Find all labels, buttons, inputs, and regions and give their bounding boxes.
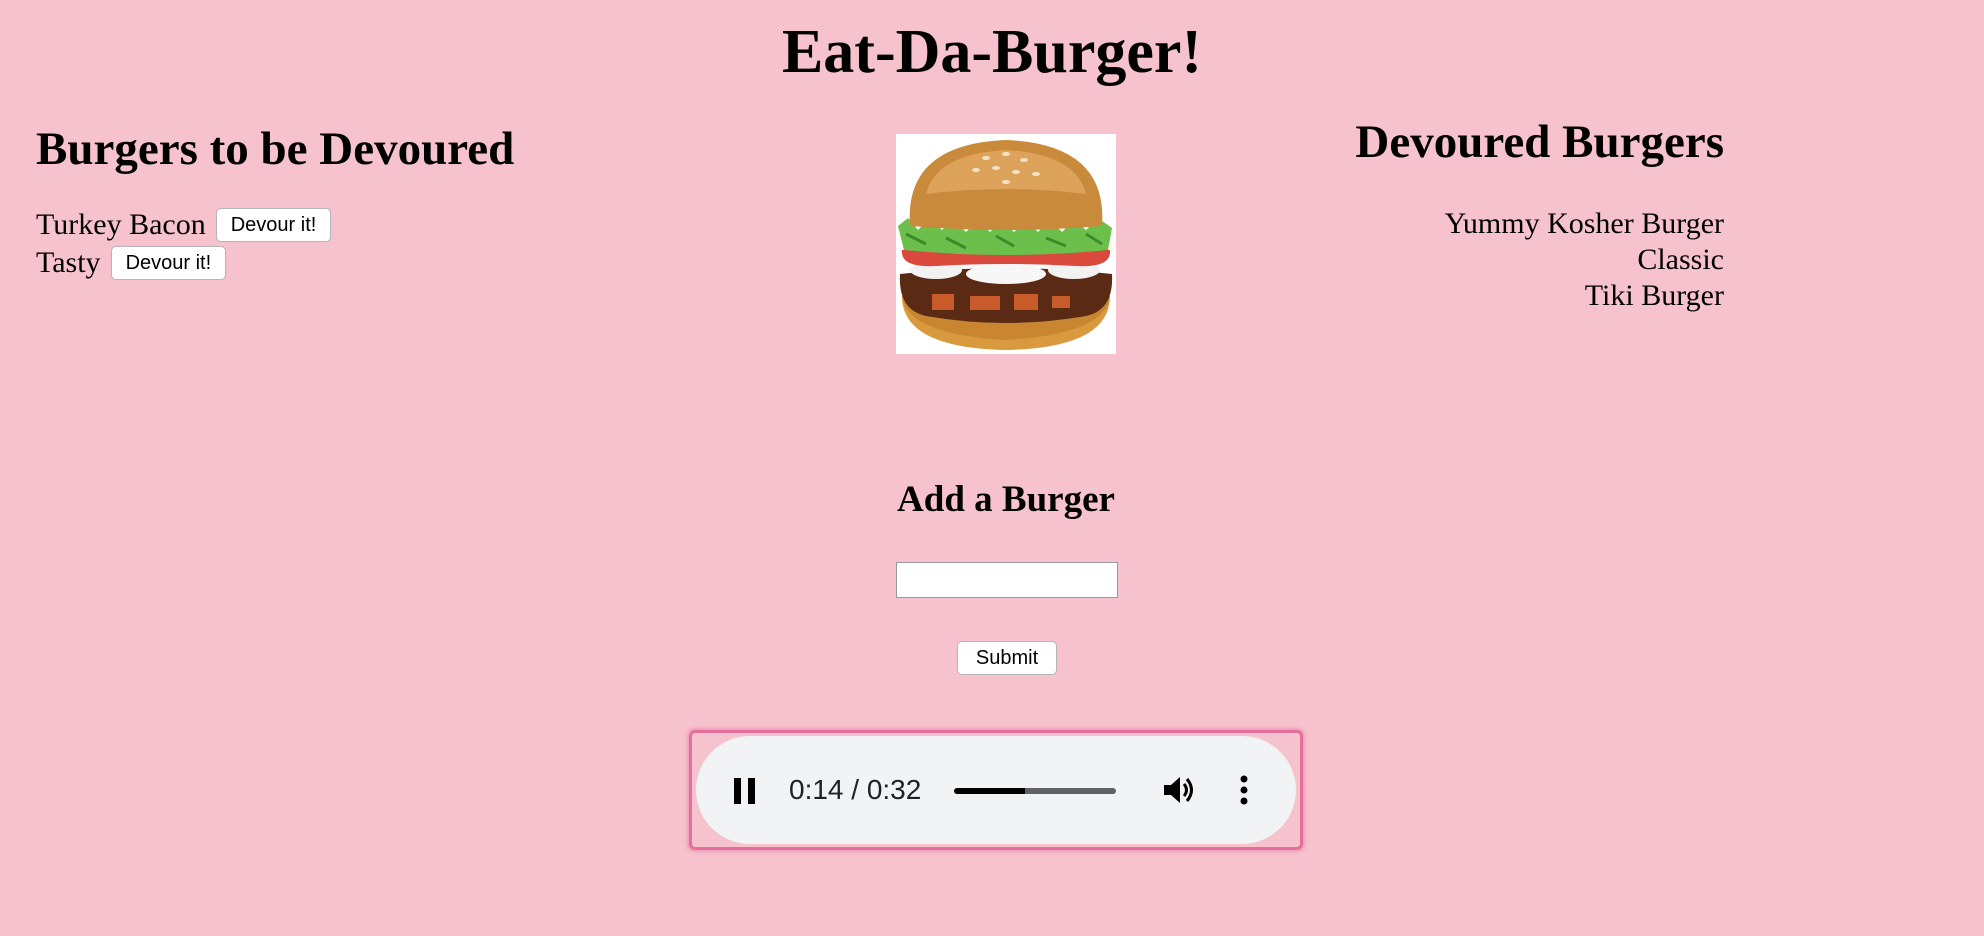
list-item: Tasty Devour it!	[36, 244, 736, 282]
audio-player[interactable]: 0:14 / 0:32	[696, 736, 1296, 844]
devour-button[interactable]: Devour it!	[110, 246, 227, 280]
progress-fill	[954, 788, 1025, 794]
to-devour-section: Burgers to be Devoured Turkey Bacon Devo…	[36, 118, 736, 282]
page-title: Eat-Da-Burger!	[781, 18, 1203, 86]
time-display: 0:14 / 0:32	[789, 774, 922, 805]
burger-name: Tasty	[36, 246, 101, 279]
devoured-heading: Devoured Burgers	[1355, 116, 1724, 168]
devoured-item: Yummy Kosher Burger	[1444, 207, 1724, 240]
devour-button[interactable]: Devour it!	[215, 208, 332, 242]
burger-name: Turkey Bacon	[36, 208, 206, 241]
to-devour-heading: Burgers to be Devoured	[36, 123, 515, 175]
devoured-item: Tiki Burger	[1584, 279, 1724, 312]
progress-slider[interactable]	[954, 788, 1116, 794]
pause-icon[interactable]	[734, 778, 756, 804]
add-burger-heading: Add a Burger	[897, 479, 1115, 520]
devoured-section: Devoured Burgers Yummy Kosher Burger Cla…	[1024, 112, 1724, 314]
volume-icon[interactable]	[1162, 774, 1196, 806]
submit-button[interactable]: Submit	[957, 641, 1057, 675]
devoured-item: Classic	[1637, 243, 1724, 276]
list-item: Turkey Bacon Devour it!	[36, 206, 736, 244]
more-vert-icon[interactable]	[1238, 774, 1250, 806]
burger-name-input[interactable]	[896, 562, 1118, 598]
